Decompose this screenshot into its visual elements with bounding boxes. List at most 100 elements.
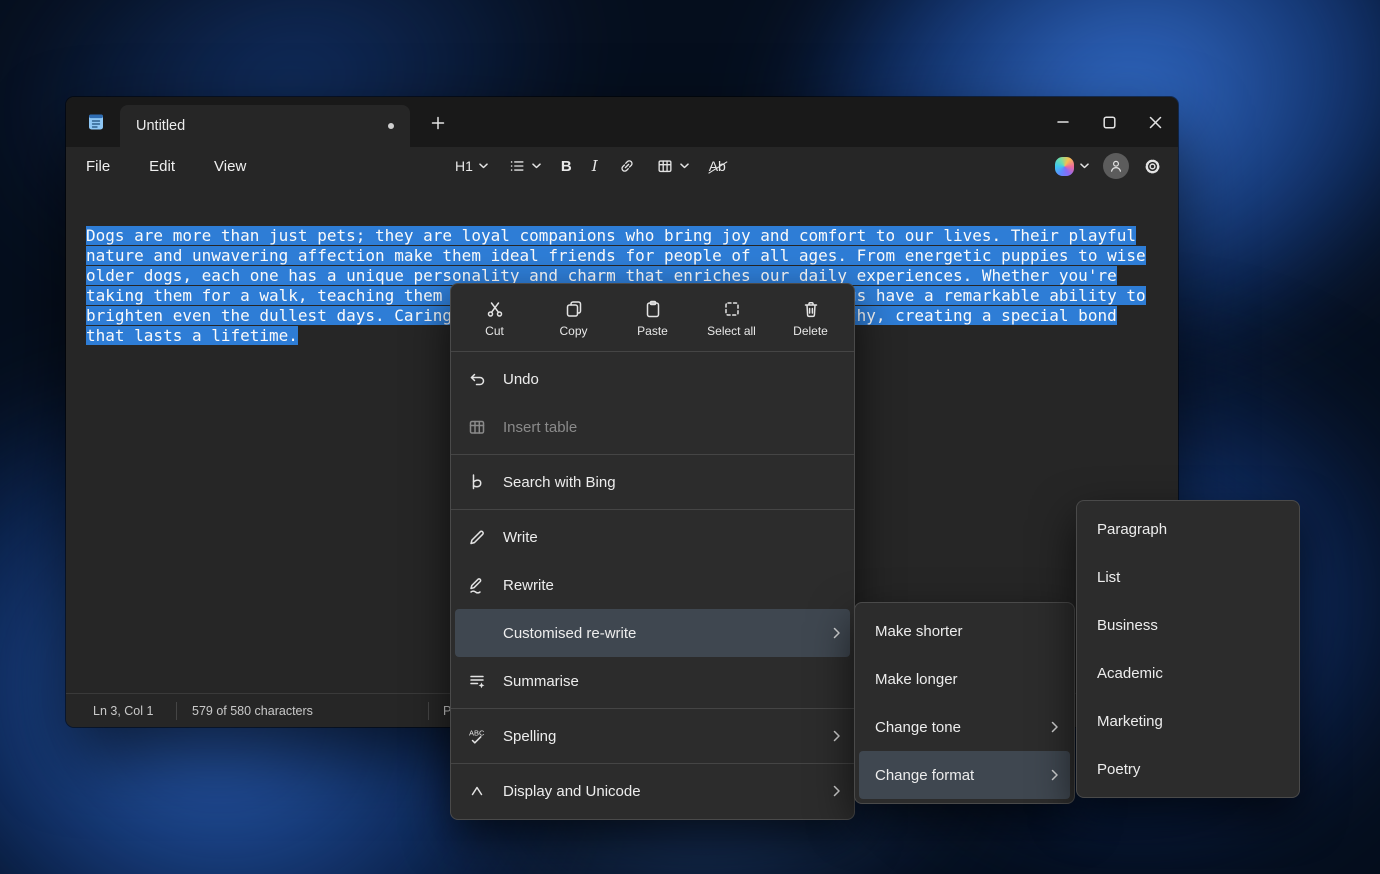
copilot-dropdown[interactable] bbox=[1055, 157, 1089, 176]
table-icon bbox=[656, 157, 674, 175]
link-icon bbox=[618, 157, 636, 175]
menu-file[interactable]: File bbox=[84, 155, 112, 178]
chevron-right-icon bbox=[1051, 721, 1058, 733]
paste-icon bbox=[643, 299, 663, 319]
toolbar-right bbox=[1055, 147, 1162, 185]
toolbar: File Edit View H1 B I bbox=[66, 147, 1178, 185]
list-dropdown[interactable] bbox=[508, 157, 541, 175]
list-icon bbox=[508, 157, 526, 175]
chevron-down-icon bbox=[680, 163, 689, 169]
menu-item-insert-table[interactable]: Insert table bbox=[455, 403, 850, 451]
copy-button[interactable]: Copy bbox=[534, 288, 613, 348]
person-icon bbox=[1108, 158, 1124, 174]
submenu-item-marketing[interactable]: Marketing bbox=[1081, 697, 1295, 745]
submenu-item-business[interactable]: Business bbox=[1081, 601, 1295, 649]
paste-label: Paste bbox=[637, 324, 668, 338]
poetry-label: Poetry bbox=[1097, 761, 1283, 778]
tab-title: Untitled bbox=[136, 118, 185, 134]
chevron-right-icon bbox=[833, 730, 840, 742]
change-format-label: Change format bbox=[875, 767, 1051, 784]
change-tone-label: Change tone bbox=[875, 719, 1051, 736]
menu-item-rewrite[interactable]: Rewrite bbox=[455, 561, 850, 609]
plus-icon bbox=[431, 116, 445, 130]
marketing-label: Marketing bbox=[1097, 713, 1283, 730]
submenu-item-change-format[interactable]: Change format bbox=[859, 751, 1070, 799]
table-dropdown[interactable] bbox=[656, 157, 689, 175]
select-all-button[interactable]: Select all bbox=[692, 288, 771, 348]
delete-button[interactable]: Delete bbox=[771, 288, 850, 348]
heading-label: H1 bbox=[455, 158, 473, 174]
chevron-right-icon bbox=[1051, 769, 1058, 781]
close-button[interactable] bbox=[1132, 97, 1178, 147]
menu-item-customised-rewrite[interactable]: Customised re-write bbox=[455, 609, 850, 657]
bold-button[interactable]: B bbox=[561, 158, 572, 175]
cut-label: Cut bbox=[485, 324, 504, 338]
menu-item-summarise[interactable]: Summarise bbox=[455, 657, 850, 705]
window-controls bbox=[1040, 97, 1178, 147]
format-submenu: Paragraph List Business Academic Marketi… bbox=[1076, 500, 1300, 798]
menu-item-write[interactable]: Write bbox=[455, 513, 850, 561]
account-button[interactable] bbox=[1103, 153, 1129, 179]
selected-text: that lasts a lifetime. bbox=[86, 326, 298, 345]
copilot-icon bbox=[1055, 157, 1074, 176]
settings-button[interactable] bbox=[1143, 157, 1162, 176]
write-label: Write bbox=[503, 529, 840, 546]
menu-item-display-and-unicode[interactable]: Display and Unicode bbox=[455, 767, 850, 815]
menu-divider bbox=[451, 351, 854, 352]
minimize-icon bbox=[1057, 116, 1069, 128]
submenu-item-list[interactable]: List bbox=[1081, 553, 1295, 601]
statusbar-divider bbox=[176, 702, 177, 720]
chevron-right-icon bbox=[833, 627, 840, 639]
submenu-item-make-shorter[interactable]: Make shorter bbox=[859, 607, 1070, 655]
submenu-item-paragraph[interactable]: Paragraph bbox=[1081, 505, 1295, 553]
customised-rewrite-label: Customised re-write bbox=[503, 625, 833, 642]
submenu-item-make-longer[interactable]: Make longer bbox=[859, 655, 1070, 703]
text-line: nature and unwavering affection make the… bbox=[86, 246, 1146, 266]
chevron-down-icon bbox=[479, 163, 488, 169]
summarise-label: Summarise bbox=[503, 673, 840, 690]
maximize-button[interactable] bbox=[1086, 97, 1132, 147]
menu-view[interactable]: View bbox=[212, 155, 248, 178]
menu-divider bbox=[451, 454, 854, 455]
notepad-app-icon bbox=[86, 112, 106, 132]
submenu-item-change-tone[interactable]: Change tone bbox=[859, 703, 1070, 751]
menu-edit[interactable]: Edit bbox=[147, 155, 177, 178]
rewrite-label: Rewrite bbox=[503, 577, 840, 594]
italic-button[interactable]: I bbox=[592, 157, 598, 175]
summarise-icon bbox=[467, 671, 487, 691]
undo-label: Undo bbox=[503, 371, 840, 388]
minimize-button[interactable] bbox=[1040, 97, 1086, 147]
undo-icon bbox=[467, 369, 487, 389]
svg-text:ABC: ABC bbox=[469, 729, 485, 738]
submenu-item-poetry[interactable]: Poetry bbox=[1081, 745, 1295, 793]
menu-item-search-with-bing[interactable]: Search with Bing bbox=[455, 458, 850, 506]
statusbar-divider bbox=[428, 702, 429, 720]
submenu-item-academic[interactable]: Academic bbox=[1081, 649, 1295, 697]
copy-label: Copy bbox=[559, 324, 587, 338]
context-menu: Cut Copy Paste Select all bbox=[450, 283, 855, 820]
menu-item-undo[interactable]: Undo bbox=[455, 355, 850, 403]
unsaved-indicator-icon bbox=[388, 123, 394, 129]
list-label: List bbox=[1097, 569, 1283, 586]
paste-button[interactable]: Paste bbox=[613, 288, 692, 348]
insert-table-icon bbox=[467, 417, 487, 437]
quick-actions-row: Cut Copy Paste Select all bbox=[451, 288, 854, 348]
tab-untitled[interactable]: Untitled bbox=[120, 105, 410, 147]
clear-formatting-icon[interactable]: Ab bbox=[709, 158, 726, 174]
rewrite-pen-icon bbox=[467, 575, 487, 595]
new-tab-button[interactable] bbox=[421, 108, 455, 138]
cut-button[interactable]: Cut bbox=[455, 288, 534, 348]
menu-divider bbox=[451, 763, 854, 764]
titlebar[interactable]: Untitled bbox=[66, 97, 1178, 147]
selected-text: Dogs are more than just pets; they are l… bbox=[86, 226, 1136, 245]
select-all-label: Select all bbox=[707, 324, 756, 338]
menu-divider bbox=[451, 509, 854, 510]
heading-dropdown[interactable]: H1 bbox=[455, 158, 488, 174]
academic-label: Academic bbox=[1097, 665, 1283, 682]
gear-icon bbox=[1143, 157, 1162, 176]
link-button[interactable] bbox=[618, 157, 636, 175]
formatting-toolbar: H1 B I bbox=[455, 147, 726, 185]
spelling-abc-icon: ABC bbox=[467, 726, 487, 746]
business-label: Business bbox=[1097, 617, 1283, 634]
menu-item-spelling[interactable]: ABC Spelling bbox=[455, 712, 850, 760]
